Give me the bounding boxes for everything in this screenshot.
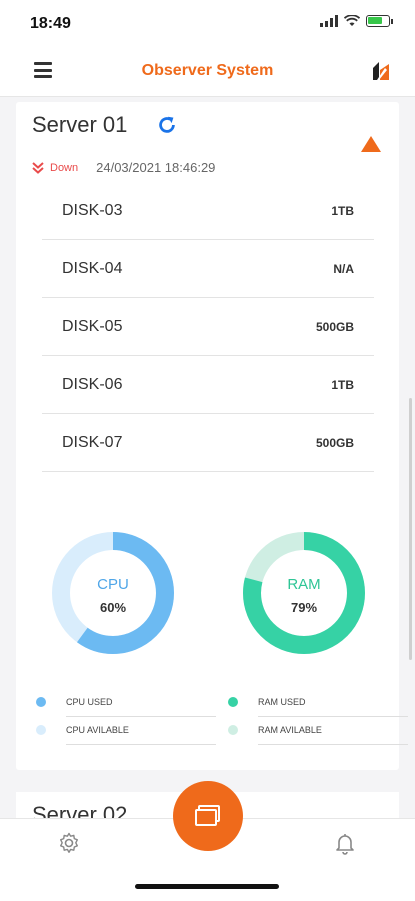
disk-name: DISK-04	[62, 259, 123, 277]
legend-text: RAM USED	[258, 697, 306, 707]
legend-ram-used: RAM USED	[228, 688, 408, 717]
cpu-gauge-value: 60%	[99, 600, 127, 615]
disk-row[interactable]: DISK-06 1TB	[42, 356, 374, 414]
legend-cpu-used: CPU USED	[36, 688, 216, 717]
logo-icon	[373, 62, 389, 80]
battery-cap	[391, 18, 393, 24]
app-title: Observer System	[141, 62, 274, 79]
disk-row[interactable]: DISK-03 1TB	[42, 182, 374, 240]
disk-size: 500GB	[315, 435, 354, 450]
wifi-icon	[344, 15, 360, 26]
status-down-label: Down	[50, 161, 79, 174]
legend-dot	[228, 697, 238, 707]
disk-row[interactable]: DISK-07 500GB	[42, 414, 374, 472]
status-bar: 18:49	[0, 0, 415, 50]
cpu-gauge-label: CPU	[97, 576, 129, 593]
home-indicator	[135, 884, 279, 889]
legend-dot	[36, 725, 46, 735]
server-card: Server 01 Down 24/03/2021 18:46:29 DISK-…	[16, 102, 408, 770]
disk-size: 1TB	[331, 377, 354, 392]
legend-text: CPU USED	[66, 697, 113, 707]
chevron-double-down-icon	[32, 161, 44, 174]
ram-gauge-value: 79%	[290, 600, 318, 615]
windows-icon	[195, 805, 220, 826]
legend-cpu-available: CPU AVILABLE	[36, 716, 216, 745]
disk-name: DISK-03	[62, 201, 123, 219]
legend-dot	[228, 725, 238, 735]
dashboard-fab-button[interactable]	[173, 781, 243, 851]
cpu-donut-chart	[52, 532, 174, 654]
disk-size: N/A	[333, 261, 354, 276]
ram-donut-chart	[243, 532, 365, 654]
disk-row[interactable]: DISK-04 N/A	[42, 240, 374, 298]
ram-gauge-label: RAM	[287, 576, 321, 593]
disk-name: DISK-06	[62, 375, 123, 393]
battery-icon	[366, 15, 390, 27]
legend-text: RAM AVILABLE	[258, 725, 322, 735]
gear-icon[interactable]	[57, 831, 81, 855]
legend-text: CPU AVILABLE	[66, 725, 129, 735]
bell-icon[interactable]	[333, 831, 357, 855]
legend-dot	[36, 697, 46, 707]
disk-list: DISK-03 1TB DISK-04 N/A DISK-05 500GB DI…	[42, 182, 374, 472]
status-icons	[320, 15, 393, 27]
server-timestamp: 24/03/2021 18:46:29	[96, 160, 216, 175]
disk-size: 500GB	[315, 319, 354, 334]
disk-name: DISK-07	[62, 433, 123, 451]
app-header: Observer System	[0, 50, 415, 97]
disk-name: DISK-05	[62, 317, 123, 335]
scrollbar[interactable]	[409, 398, 412, 660]
disk-row[interactable]: DISK-05 500GB	[42, 298, 374, 356]
ram-gauge: RAM 79%	[241, 530, 367, 656]
cpu-gauge: CPU 60%	[50, 530, 176, 656]
disk-size: 1TB	[331, 203, 354, 218]
server-status-row: Down 24/03/2021 18:46:29	[32, 160, 215, 175]
server-title: Server 01	[32, 112, 128, 137]
status-time: 18:49	[30, 15, 71, 32]
refresh-icon[interactable]	[156, 114, 178, 136]
signal-icon	[320, 15, 338, 27]
warning-triangle-icon[interactable]	[361, 136, 381, 152]
legend-ram-available: RAM AVILABLE	[228, 716, 408, 745]
